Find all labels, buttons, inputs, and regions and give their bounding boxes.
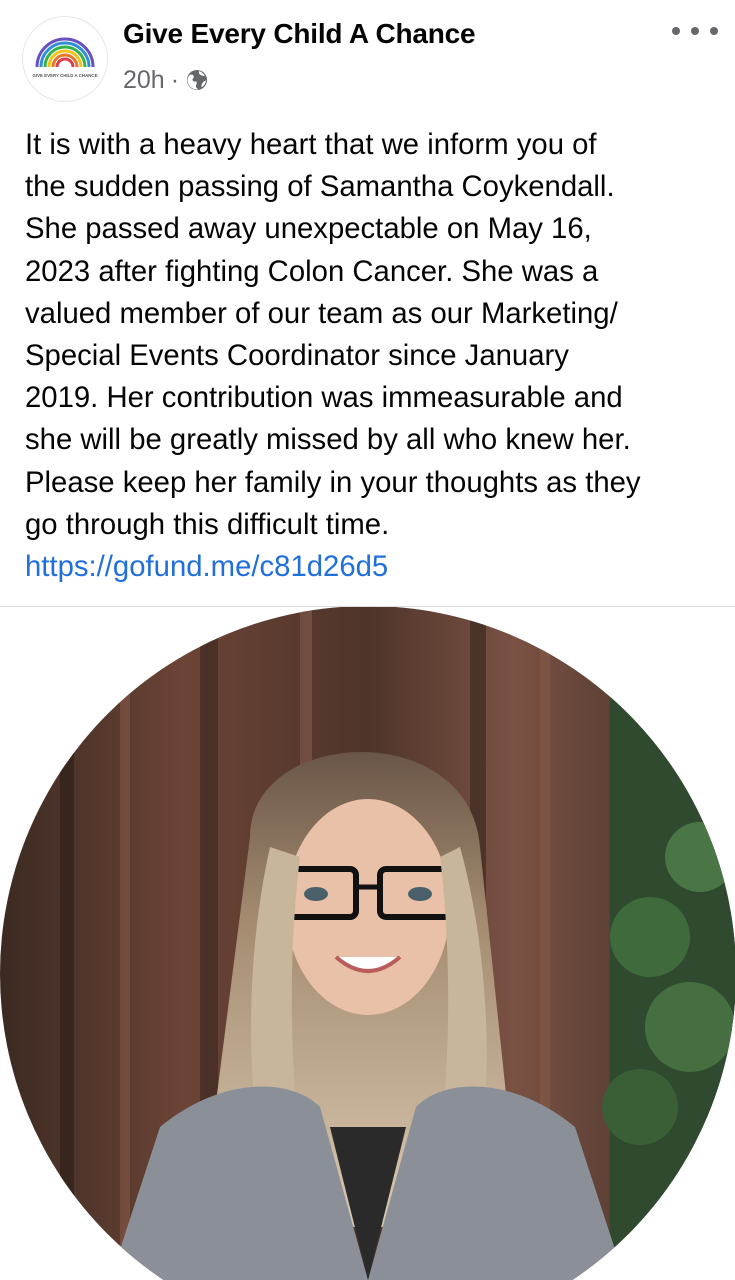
post-timestamp[interactable]: 20h [123, 66, 165, 95]
post-text-line: valued member of our team as our Marketi… [25, 296, 618, 330]
avatar-logo-text: GIVE EVERY CHILD A CHANCE [32, 73, 97, 78]
page-name[interactable]: Give Every Child A Chance [123, 18, 476, 50]
post-text-line: Special Events Coordinator since January [25, 339, 569, 373]
post-body: It is with a heavy heart that we inform … [25, 124, 725, 588]
portrait-photo [0, 607, 735, 1280]
gofundme-link[interactable]: https://gofund.me/c81d26d5 [25, 546, 725, 588]
more-dot [691, 27, 699, 35]
page-avatar[interactable]: GIVE EVERY CHILD A CHANCE [22, 16, 108, 102]
post-text-line: 2023 after fighting Colon Cancer. She wa… [25, 254, 599, 288]
globe-icon[interactable] [185, 68, 209, 92]
post-text-line: the sudden passing of Samantha Coykendal… [25, 170, 615, 204]
post-meta: 20h · [123, 64, 209, 96]
rainbow-logo-icon: GIVE EVERY CHILD A CHANCE [32, 37, 98, 78]
post-text-line: she will be greatly missed by all who kn… [25, 423, 631, 457]
post-text-line: She passed away unexpectable on May 16, [25, 212, 592, 246]
more-dot [710, 27, 718, 35]
post-text-line: go through this difficult time. [25, 507, 390, 541]
post-text-line: Please keep her family in your thoughts … [25, 465, 641, 499]
post-text-line: 2019. Her contribution was immeasurable … [25, 381, 623, 415]
meta-separator: · [170, 65, 180, 94]
post-photo[interactable] [0, 607, 735, 1280]
more-dot [672, 27, 680, 35]
more-options-button[interactable] [672, 18, 718, 44]
post-header: GIVE EVERY CHILD A CHANCE Give Every Chi… [0, 0, 735, 110]
post-text-line: It is with a heavy heart that we inform … [25, 128, 597, 161]
